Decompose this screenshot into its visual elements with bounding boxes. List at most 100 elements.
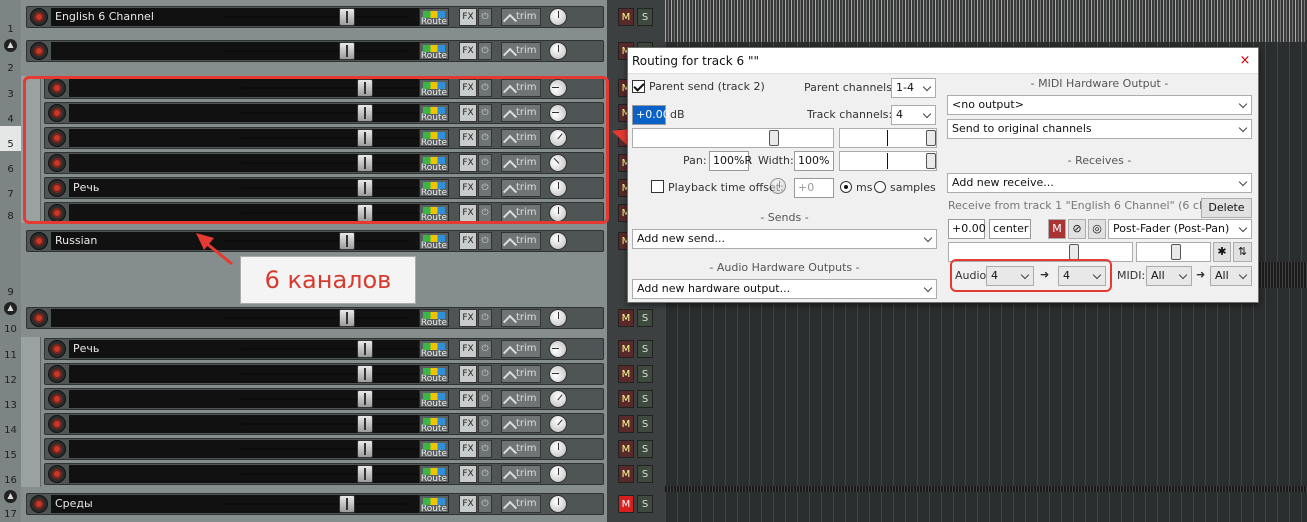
volume-fader[interactable] <box>223 42 407 60</box>
track-number[interactable]: 12 <box>0 362 21 387</box>
fx-bypass-icon[interactable]: ⏻ <box>478 340 492 358</box>
record-arm-icon[interactable] <box>30 309 48 327</box>
fx-bypass-icon[interactable]: ⏻ <box>478 390 492 408</box>
trim-envelope-button[interactable]: trim <box>501 309 541 327</box>
record-arm-icon[interactable] <box>30 495 48 513</box>
fx-bypass-icon[interactable]: ⏻ <box>478 365 492 383</box>
pan-knob[interactable] <box>549 309 567 327</box>
mute-button[interactable]: M <box>618 309 634 327</box>
fader-knob[interactable] <box>357 440 373 458</box>
fx-button[interactable]: FX <box>459 365 477 383</box>
volume-fader[interactable] <box>223 495 407 513</box>
folder-collapse-icon[interactable]: ▲ <box>4 39 17 52</box>
trim-envelope-button[interactable]: trim <box>501 440 541 458</box>
volume-slider[interactable] <box>632 128 834 148</box>
delete-button[interactable]: Delete <box>1201 198 1252 218</box>
track-number[interactable]: 2 ▲ <box>0 36 21 76</box>
ms-radio[interactable] <box>840 181 852 193</box>
fx-bypass-icon[interactable]: ⏻ <box>478 415 492 433</box>
record-arm-icon[interactable] <box>48 365 66 383</box>
route-button[interactable]: Route <box>419 495 449 513</box>
pan-slider[interactable] <box>839 128 937 148</box>
fx-button[interactable]: FX <box>459 465 477 483</box>
midi-channels-select[interactable]: Send to original channels <box>947 119 1252 139</box>
track-number[interactable]: 15 <box>0 437 21 462</box>
add-receive-select[interactable]: Add new receive... <box>947 173 1252 193</box>
fx-bypass-icon[interactable]: ⏻ <box>478 465 492 483</box>
trim-envelope-button[interactable]: trim <box>501 365 541 383</box>
volume-fader[interactable] <box>241 390 425 408</box>
close-icon[interactable]: × <box>1232 48 1258 74</box>
route-button[interactable]: Route <box>419 8 449 26</box>
pan-knob[interactable] <box>549 232 567 250</box>
fader-knob[interactable] <box>339 8 355 26</box>
route-button[interactable]: Route <box>419 232 449 250</box>
solo-button[interactable]: S <box>637 8 653 26</box>
fx-button[interactable]: FX <box>459 495 477 513</box>
record-arm-icon[interactable] <box>48 390 66 408</box>
mute-button[interactable]: M <box>618 8 634 26</box>
route-button[interactable]: Route <box>419 309 449 327</box>
solo-button[interactable]: S <box>637 465 653 483</box>
pan-knob[interactable] <box>549 42 567 60</box>
track-number[interactable]: 7 <box>0 176 21 201</box>
midi-dest-select[interactable]: All <box>1210 266 1252 286</box>
fx-button[interactable]: FX <box>459 309 477 327</box>
pan-knob[interactable] <box>545 386 571 412</box>
pan-knob[interactable] <box>549 8 567 26</box>
fx-button[interactable]: FX <box>459 415 477 433</box>
midi-source-select[interactable]: All <box>1146 266 1192 286</box>
track-row[interactable]: 12 Route FX ⏻ trim <box>0 362 607 387</box>
fx-button[interactable]: FX <box>459 42 477 60</box>
receive-pan-slider[interactable] <box>1136 242 1211 262</box>
fx-button[interactable]: FX <box>459 232 477 250</box>
track-row[interactable]: 11 Речь Route FX ⏻ trim <box>0 337 607 362</box>
solo-button[interactable]: S <box>637 390 653 408</box>
solo-button[interactable]: S <box>637 365 653 383</box>
track-row[interactable]: 16 Route FX ⏻ trim <box>0 462 607 487</box>
record-arm-icon[interactable] <box>48 415 66 433</box>
solo-button[interactable]: S <box>637 495 653 513</box>
fx-bypass-icon[interactable]: ⏻ <box>478 42 492 60</box>
trim-envelope-button[interactable]: trim <box>501 42 541 60</box>
fx-button[interactable]: FX <box>459 8 477 26</box>
solo-button[interactable]: S <box>637 340 653 358</box>
receive-mode-select[interactable]: Post-Fader (Post-Pan) <box>1108 219 1252 239</box>
pan-knob[interactable] <box>549 340 567 358</box>
track-row[interactable]: 17 ▲ Среды Route FX ⏻ trim <box>0 487 607 522</box>
fader-knob[interactable] <box>357 390 373 408</box>
route-button[interactable]: Route <box>419 390 449 408</box>
track-number[interactable]: 9 <box>0 223 21 299</box>
volume-fader[interactable] <box>223 232 407 250</box>
track-number[interactable]: 14 <box>0 412 21 437</box>
track-number[interactable]: 16 <box>0 462 21 487</box>
solo-button[interactable]: S <box>637 440 653 458</box>
record-arm-icon[interactable] <box>30 232 48 250</box>
audio-clip-track-17[interactable] <box>665 486 1307 492</box>
pan-input[interactable]: 100%R <box>709 151 752 171</box>
mute-button[interactable]: M <box>618 440 634 458</box>
trim-envelope-button[interactable]: trim <box>501 495 541 513</box>
track-number[interactable]: 11 <box>0 337 21 362</box>
route-button[interactable]: Route <box>419 42 449 60</box>
track-number[interactable]: 6 <box>0 151 21 176</box>
track-number[interactable]: 8 <box>0 201 21 223</box>
fx-button[interactable]: FX <box>459 340 477 358</box>
receive-envelope-icon[interactable]: ✱ <box>1213 242 1231 262</box>
solo-button[interactable]: S <box>637 309 653 327</box>
fader-knob[interactable] <box>357 465 373 483</box>
pan-knob[interactable] <box>545 411 571 437</box>
fx-bypass-icon[interactable]: ⏻ <box>478 495 492 513</box>
mute-button[interactable]: M <box>618 340 634 358</box>
fader-knob[interactable] <box>357 340 373 358</box>
receive-phase-icon[interactable]: ⊘ <box>1068 219 1086 239</box>
record-arm-icon[interactable] <box>48 340 66 358</box>
mute-button[interactable]: M <box>618 365 634 383</box>
fx-bypass-icon[interactable]: ⏻ <box>478 309 492 327</box>
volume-fader[interactable] <box>241 440 425 458</box>
fader-knob[interactable] <box>357 415 373 433</box>
width-slider[interactable] <box>839 151 937 171</box>
fx-bypass-icon[interactable]: ⏻ <box>478 440 492 458</box>
pan-knob[interactable] <box>549 365 567 383</box>
volume-input[interactable]: +0.00 <box>632 105 670 125</box>
